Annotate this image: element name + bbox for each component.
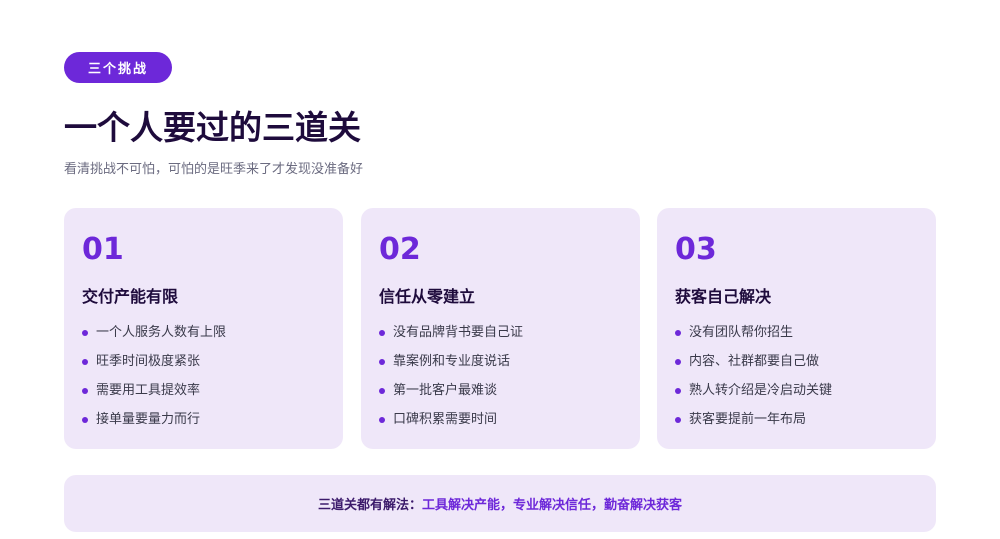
list-item: 口碑积累需要时间: [379, 405, 622, 434]
bullet-icon: [379, 330, 385, 336]
list-item-text: 口碑积累需要时间: [393, 412, 498, 427]
challenge-card-2: 02 信任从零建立 没有品牌背书要自己证 靠案例和专业度说话 第一批客户最难谈 …: [361, 208, 640, 449]
list-item-text: 接单量要量力而行: [96, 412, 201, 427]
bullet-icon: [379, 417, 385, 423]
bullet-icon: [675, 388, 681, 394]
summary-banner: 三道关都有解法： 工具解决产能，专业解决信任，勤奋解决获客: [64, 475, 936, 532]
card-title: 获客自己解决: [675, 287, 772, 306]
list-item-text: 没有团队帮你招生: [689, 325, 794, 340]
card-title: 信任从零建立: [379, 287, 476, 306]
bullet-icon: [379, 388, 385, 394]
list-item-text: 旺季时间极度紧张: [96, 354, 201, 369]
bullet-icon: [675, 417, 681, 423]
page: 三个挑战 一个人要过的三道关 看清挑战不可怕，可怕的是旺季来了才发现没准备好 0…: [0, 0, 1000, 539]
summary-lead: 三道关都有解法：: [317, 498, 422, 513]
bullet-icon: [82, 330, 88, 336]
list-item: 第一批客户最难谈: [379, 376, 622, 405]
list-item: 需要用工具提效率: [82, 376, 325, 405]
card-list: 没有品牌背书要自己证 靠案例和专业度说话 第一批客户最难谈 口碑积累需要时间: [379, 318, 622, 434]
summary-highlight: 工具解决产能，专业解决信任，勤奋解决获客: [422, 498, 683, 513]
list-item: 熟人转介绍是冷启动关键: [675, 376, 918, 405]
card-number: 01: [82, 232, 124, 267]
list-item: 没有团队帮你招生: [675, 318, 918, 347]
list-item-text: 第一批客户最难谈: [393, 383, 498, 398]
bullet-icon: [675, 359, 681, 365]
bullet-icon: [379, 359, 385, 365]
list-item: 获客要提前一年布局: [675, 405, 918, 434]
section-badge: 三个挑战: [64, 52, 172, 83]
list-item: 旺季时间极度紧张: [82, 347, 325, 376]
card-number: 03: [675, 232, 717, 267]
list-item-text: 内容、社群都要自己做: [689, 354, 820, 369]
bullet-icon: [675, 330, 681, 336]
list-item-text: 获客要提前一年布局: [689, 412, 807, 427]
card-title: 交付产能有限: [82, 287, 179, 306]
list-item: 内容、社群都要自己做: [675, 347, 918, 376]
list-item: 接单量要量力而行: [82, 405, 325, 434]
card-list: 没有团队帮你招生 内容、社群都要自己做 熟人转介绍是冷启动关键 获客要提前一年布…: [675, 318, 918, 434]
bullet-icon: [82, 388, 88, 394]
bullet-icon: [82, 359, 88, 365]
list-item-text: 靠案例和专业度说话: [393, 354, 511, 369]
challenge-card-3: 03 获客自己解决 没有团队帮你招生 内容、社群都要自己做 熟人转介绍是冷启动关…: [657, 208, 936, 449]
list-item-text: 熟人转介绍是冷启动关键: [689, 383, 833, 398]
card-number: 02: [379, 232, 421, 267]
list-item: 没有品牌背书要自己证: [379, 318, 622, 347]
card-list: 一个人服务人数有上限 旺季时间极度紧张 需要用工具提效率 接单量要量力而行: [82, 318, 325, 434]
list-item-text: 没有品牌背书要自己证: [393, 325, 524, 340]
challenge-card-1: 01 交付产能有限 一个人服务人数有上限 旺季时间极度紧张 需要用工具提效率 接…: [64, 208, 343, 449]
list-item: 靠案例和专业度说话: [379, 347, 622, 376]
bullet-icon: [82, 417, 88, 423]
list-item-text: 需要用工具提效率: [96, 383, 201, 398]
page-title: 一个人要过的三道关: [64, 108, 361, 147]
list-item-text: 一个人服务人数有上限: [96, 325, 227, 340]
list-item: 一个人服务人数有上限: [82, 318, 325, 347]
page-subtitle: 看清挑战不可怕，可怕的是旺季来了才发现没准备好: [64, 162, 364, 177]
